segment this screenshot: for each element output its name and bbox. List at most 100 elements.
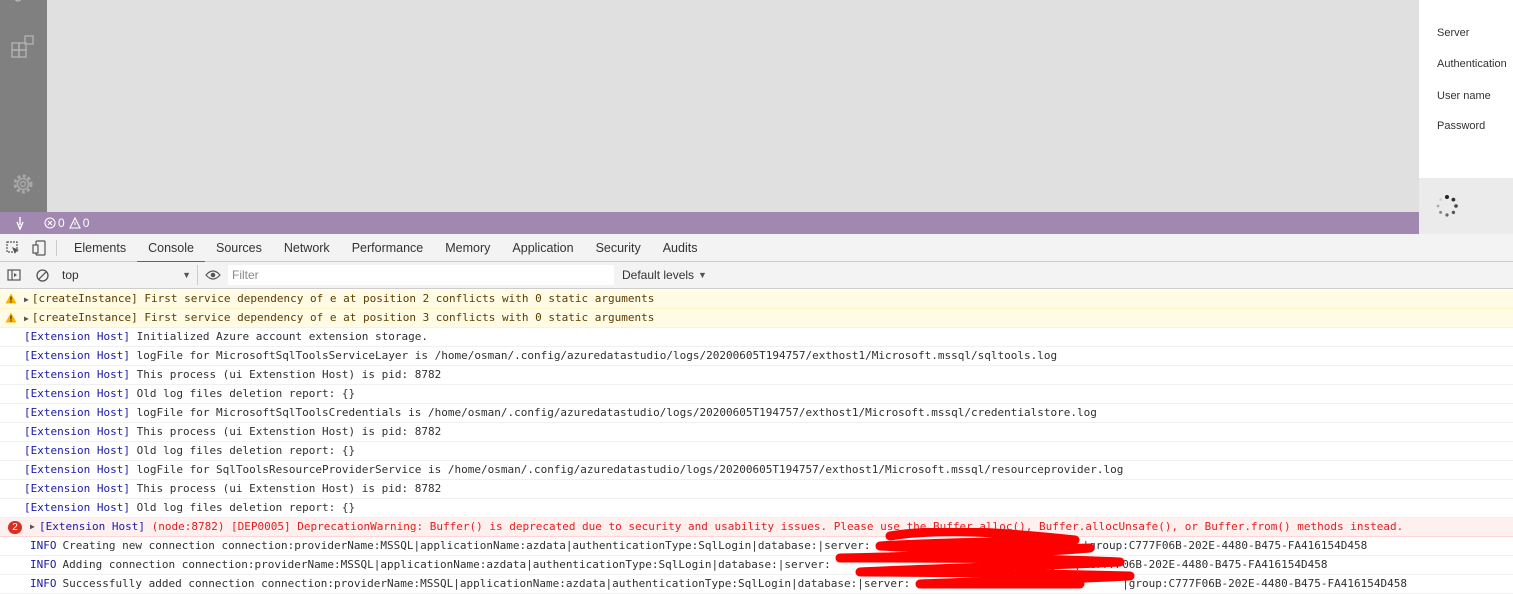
context-selector[interactable]: top ▼ <box>58 265 198 285</box>
message-source: [createInstance] <box>31 292 138 305</box>
console-error-message[interactable]: 2 ▶ [Extension Host] (node:8782) [DEP000… <box>0 518 1513 537</box>
console-info-message[interactable]: INFO Successfully added connection connec… <box>0 575 1513 594</box>
console-log-message[interactable]: [Extension Host] Old log files deletion … <box>0 442 1513 461</box>
error-count-badge: 2 <box>8 521 22 534</box>
console-log-message[interactable]: [Extension Host] logFile for SqlToolsRes… <box>0 461 1513 480</box>
console-log-message[interactable]: [Extension Host] This process (ui Extens… <box>0 423 1513 442</box>
message-text: Old log files deletion report: {} <box>129 444 356 457</box>
console-toolbar: top ▼ Default levels ▼ <box>0 262 1513 289</box>
warning-icon <box>68 217 81 229</box>
console-log-message[interactable]: [Extension Host] Initialized Azure accou… <box>0 328 1513 347</box>
settings-gear-icon[interactable] <box>10 171 36 197</box>
expand-triangle-icon[interactable]: ▶ <box>24 295 29 304</box>
message-source: [Extension Host] <box>24 463 130 476</box>
message-text: This process (ui Extenstion Host) is pid… <box>129 425 442 438</box>
tab-network[interactable]: Network <box>273 234 341 262</box>
tab-memory[interactable]: Memory <box>434 234 501 262</box>
console-filter-input[interactable] <box>228 265 614 285</box>
authentication-label: Authentication <box>1437 58 1507 70</box>
extensions-icon[interactable] <box>10 34 36 60</box>
console-log-message[interactable]: [Extension Host] Old log files deletion … <box>0 499 1513 518</box>
username-label: User name <box>1437 90 1491 102</box>
console-warning-message[interactable]: ▶ [createInstance] First service dependen… <box>0 309 1513 328</box>
message-source: [Extension Host] <box>24 501 130 514</box>
chevron-down-icon: ▼ <box>698 270 707 280</box>
errors-status: 0 <box>44 216 65 230</box>
message-source: [Extension Host] <box>24 387 130 400</box>
loading-spinner-icon <box>1436 195 1458 217</box>
tab-security[interactable]: Security <box>585 234 652 262</box>
message-source: [Extension Host] <box>24 349 130 362</box>
log-levels-label: Default levels <box>622 268 695 282</box>
message-level: INFO <box>30 577 57 590</box>
clear-console-icon[interactable] <box>28 262 56 288</box>
message-level: INFO <box>30 558 57 571</box>
redaction-scribble <box>835 528 1135 589</box>
toolbar-divider <box>56 239 57 256</box>
app-window: 0 0 Server Authentication User name Pass… <box>0 0 1513 234</box>
devtools-tab-bar: Elements Console Sources Network Perform… <box>0 234 1513 263</box>
message-text: Creating new connection connection:provi… <box>62 539 871 552</box>
message-level: INFO <box>30 539 57 552</box>
tab-elements[interactable]: Elements <box>63 234 137 262</box>
server-label: Server <box>1437 27 1470 39</box>
message-text: This process (ui Extenstion Host) is pid… <box>129 368 442 381</box>
context-value: top <box>62 268 79 282</box>
live-expression-eye-icon[interactable] <box>198 270 228 280</box>
expand-triangle-icon[interactable]: ▶ <box>24 314 29 323</box>
message-text: Successfully added connection connection… <box>62 577 911 590</box>
message-source: [Extension Host] <box>24 406 130 419</box>
warnings-count: 0 <box>82 216 90 230</box>
tab-sources[interactable]: Sources <box>205 234 273 262</box>
message-text: This process (ui Extenstion Host) is pid… <box>129 482 442 495</box>
message-tail: |group:C777F06B-202E-4480-B475-FA416154D… <box>1122 577 1407 590</box>
console-info-message[interactable]: INFO Creating new connection connection:p… <box>0 537 1513 556</box>
message-text: (node:8782) [DEP0005] DeprecationWarning… <box>144 520 1404 533</box>
warning-icon <box>5 312 17 323</box>
show-sidebar-icon[interactable] <box>0 262 28 288</box>
password-label: Password <box>1437 120 1486 132</box>
console-log-message[interactable]: [Extension Host] This process (ui Extens… <box>0 480 1513 499</box>
chevron-down-icon: ▼ <box>182 270 191 280</box>
message-text: Initialized Azure account extension stor… <box>129 330 428 343</box>
message-text: First service dependency of e at positio… <box>137 292 655 305</box>
remote-icon[interactable] <box>0 216 40 230</box>
console-warning-message[interactable]: ▶ [createInstance] First service dependen… <box>0 290 1513 309</box>
message-source: [Extension Host] <box>39 520 145 533</box>
warnings-status: 0 <box>68 216 90 230</box>
errors-count: 0 <box>58 216 65 230</box>
tab-console[interactable]: Console <box>137 234 205 263</box>
console-log-message[interactable]: [Extension Host] This process (ui Extens… <box>0 366 1513 385</box>
tab-application[interactable]: Application <box>501 234 584 262</box>
account-icon[interactable] <box>12 0 24 4</box>
inspect-element-icon[interactable] <box>0 234 26 262</box>
console-log-message[interactable]: [Extension Host] Old log files deletion … <box>0 385 1513 404</box>
error-icon <box>44 217 56 229</box>
tab-performance[interactable]: Performance <box>341 234 435 262</box>
message-source: [Extension Host] <box>24 425 130 438</box>
message-text: Old log files deletion report: {} <box>129 387 356 400</box>
tab-audits[interactable]: Audits <box>652 234 709 262</box>
problems-indicator[interactable]: 0 0 <box>44 216 89 230</box>
message-text: Old log files deletion report: {} <box>129 501 356 514</box>
message-text: Adding connection connection:providerNam… <box>62 558 831 571</box>
message-source: [createInstance] <box>31 311 138 324</box>
message-source: [Extension Host] <box>24 368 130 381</box>
message-source: [Extension Host] <box>24 444 130 457</box>
message-text: logFile for MicrosoftSqlToolsServiceLaye… <box>129 349 1058 362</box>
message-text: logFile for MicrosoftSqlToolsCredentials… <box>129 406 1097 419</box>
console-log-message[interactable]: [Extension Host] logFile for MicrosoftSq… <box>0 404 1513 423</box>
status-bar: 0 0 <box>0 212 1419 234</box>
message-source: [Extension Host] <box>24 482 130 495</box>
console-log-message[interactable]: [Extension Host] logFile for MicrosoftSq… <box>0 347 1513 366</box>
warning-icon <box>5 293 17 304</box>
device-toolbar-icon[interactable] <box>26 234 52 262</box>
message-source: [Extension Host] <box>24 330 130 343</box>
log-levels-dropdown[interactable]: Default levels ▼ <box>622 268 707 282</box>
console-messages: ▶ [createInstance] First service dependen… <box>0 290 1513 594</box>
expand-triangle-icon[interactable]: ▶ <box>30 518 35 536</box>
editor-area <box>47 0 1419 212</box>
message-text: First service dependency of e at positio… <box>137 311 655 324</box>
message-text: logFile for SqlToolsResourceProviderServ… <box>129 463 1124 476</box>
console-info-message[interactable]: INFO Adding connection connection:provide… <box>0 556 1513 575</box>
